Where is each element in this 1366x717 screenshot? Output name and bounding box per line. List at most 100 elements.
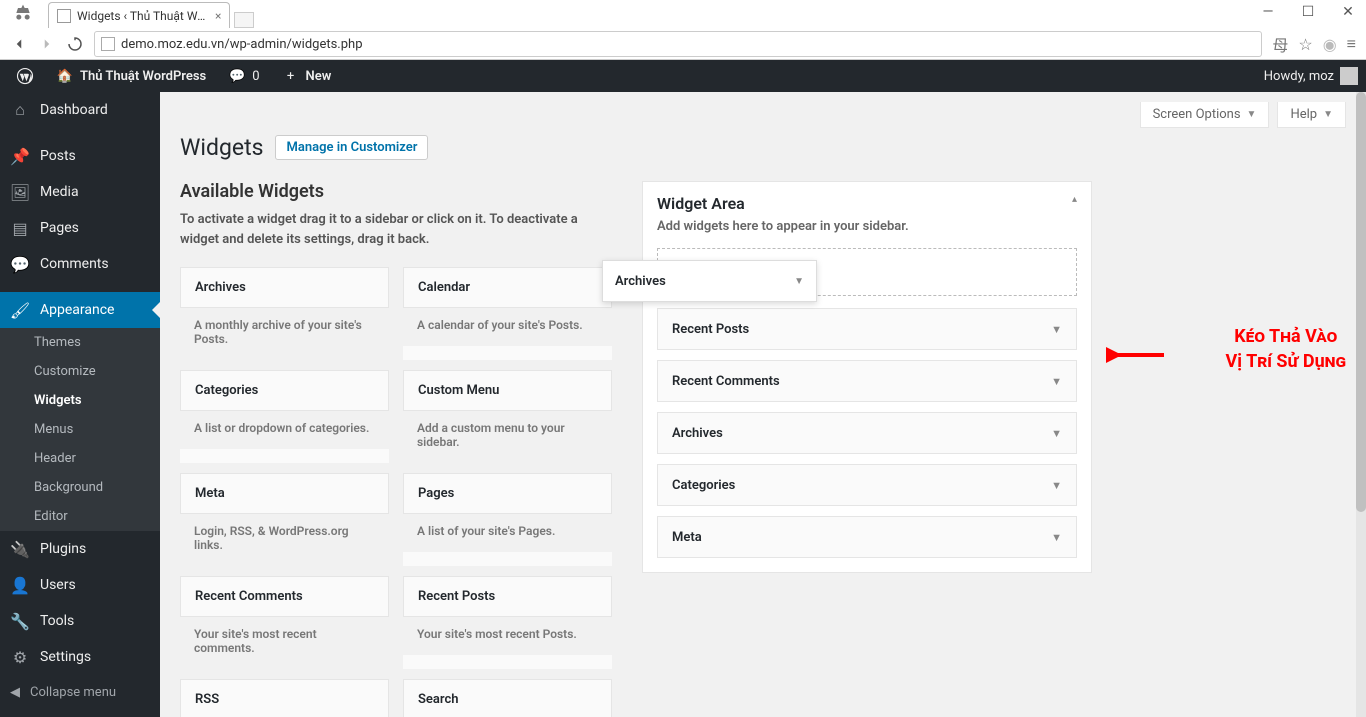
widget-card-desc: Add a custom menu to your sidebar.	[403, 411, 612, 463]
chevron-down-icon: ▼	[794, 276, 804, 287]
reload-button[interactable]	[66, 35, 84, 53]
user-icon: 👤	[10, 575, 30, 595]
placed-widget[interactable]: Meta▼	[657, 516, 1077, 558]
screen-options-tab[interactable]: Screen Options▼	[1140, 102, 1270, 128]
available-widgets-title: Available Widgets	[180, 181, 612, 202]
collapse-icon: ◀	[10, 685, 20, 700]
home-icon: 🏠	[56, 67, 74, 85]
available-widget[interactable]: Recent CommentsYour site's most recent c…	[180, 576, 389, 669]
menu-comments[interactable]: 💬Comments	[0, 246, 160, 282]
menu-pages[interactable]: ▤Pages	[0, 210, 160, 246]
submenu-editor[interactable]: Editor	[0, 502, 160, 531]
help-tab[interactable]: Help▼	[1277, 102, 1346, 128]
widget-card-title: Calendar	[403, 267, 612, 308]
globe-icon[interactable]: ◉	[1323, 35, 1337, 54]
widget-area-box: Widget Area ▴ Add widgets here to appear…	[642, 181, 1092, 573]
menu-posts[interactable]: 📌Posts	[0, 138, 160, 174]
chevron-down-icon: ▼	[1051, 323, 1062, 336]
menu-media[interactable]: 🖼Media	[0, 174, 160, 210]
new-content-link[interactable]: + New	[274, 60, 340, 92]
url-bar[interactable]: demo.moz.edu.vn/wp-admin/widgets.php	[94, 31, 1262, 57]
available-widget[interactable]: CalendarA calendar of your site's Posts.	[403, 267, 612, 360]
browser-chrome: Widgets ‹ Thủ Thuật Word… × — ☐ ✕ demo.m…	[0, 0, 1366, 60]
star-icon[interactable]: ☆	[1298, 35, 1312, 54]
widget-card-title: Archives	[180, 267, 389, 308]
comment-icon: 💬	[228, 67, 246, 85]
widget-card-title: RSS	[180, 679, 389, 717]
dragging-widget-title: Archives	[615, 274, 666, 289]
widget-area-desc: Add widgets here to appear in your sideb…	[643, 219, 1091, 248]
menu-appearance[interactable]: 🖌Appearance	[0, 292, 160, 328]
submenu-customize[interactable]: Customize	[0, 357, 160, 386]
wordpress-icon	[16, 67, 34, 85]
plus-icon: +	[282, 67, 300, 85]
close-window-button[interactable]: ✕	[1338, 4, 1358, 20]
window-controls: — ☐ ✕	[1258, 4, 1358, 20]
available-widget[interactable]: MetaLogin, RSS, & WordPress.org links.	[180, 473, 389, 566]
placed-widget[interactable]: Recent Comments▼	[657, 360, 1077, 402]
collapse-menu[interactable]: ◀Collapse menu	[0, 675, 160, 710]
placed-widget-title: Archives	[672, 426, 723, 441]
widget-card-desc: A calendar of your site's Posts.	[403, 308, 612, 346]
widget-card-title: Pages	[403, 473, 612, 514]
available-widget[interactable]: ArchivesA monthly archive of your site's…	[180, 267, 389, 360]
widget-card-desc: Login, RSS, & WordPress.org links.	[180, 514, 389, 566]
placed-widget[interactable]: Archives ▼	[657, 412, 1077, 454]
available-widget[interactable]: Search	[403, 679, 612, 717]
widget-card-title: Custom Menu	[403, 370, 612, 411]
new-tab-button[interactable]	[234, 12, 254, 28]
widget-area-header[interactable]: Widget Area ▴	[643, 182, 1091, 219]
content-scrollbar[interactable]	[1356, 92, 1366, 717]
placed-widget-title: Recent Posts	[672, 322, 749, 337]
dragging-widget[interactable]: Archives ▼	[602, 260, 817, 302]
available-widget[interactable]: Custom MenuAdd a custom menu to your sid…	[403, 370, 612, 463]
menu-users[interactable]: 👤Users	[0, 567, 160, 603]
submenu-menus[interactable]: Menus	[0, 415, 160, 444]
chevron-down-icon: ▼	[1247, 109, 1257, 120]
placed-widget[interactable]: Categories▼	[657, 464, 1077, 506]
submenu-background[interactable]: Background	[0, 473, 160, 502]
available-widget[interactable]: CategoriesA list or dropdown of categori…	[180, 370, 389, 463]
back-button[interactable]	[10, 35, 28, 53]
widget-card-desc: A list or dropdown of categories.	[180, 411, 389, 449]
placed-widget-title: Meta	[672, 530, 702, 545]
browser-tab[interactable]: Widgets ‹ Thủ Thuật Word… ×	[48, 2, 230, 28]
avatar[interactable]	[1340, 67, 1358, 85]
minimize-button[interactable]: —	[1258, 4, 1278, 20]
available-widget[interactable]: PagesA list of your site's Pages.	[403, 473, 612, 566]
menu-dashboard[interactable]: ⌂Dashboard	[0, 92, 160, 128]
widget-areas-column: Widget Area ▴ Add widgets here to appear…	[642, 181, 1346, 717]
available-widget[interactable]: RSS	[180, 679, 389, 717]
tab-close-icon[interactable]: ×	[215, 9, 221, 23]
page-icon: ▤	[10, 218, 30, 238]
maximize-button[interactable]: ☐	[1298, 4, 1318, 20]
comments-link[interactable]: 💬 0	[220, 60, 267, 92]
available-widget[interactable]: Recent PostsYour site's most recent Post…	[403, 576, 612, 669]
submenu-widgets[interactable]: Widgets	[0, 386, 160, 415]
menu-settings[interactable]: ⚙Settings	[0, 639, 160, 675]
manage-customizer-link[interactable]: Manage in Customizer	[275, 135, 428, 160]
annotation-arrow-icon	[1106, 340, 1166, 370]
appearance-submenu: Themes Customize Widgets Menus Header Ba…	[0, 328, 160, 531]
url-text: demo.moz.edu.vn/wp-admin/widgets.php	[121, 37, 363, 52]
plug-icon: 🔌	[10, 539, 30, 559]
submenu-themes[interactable]: Themes	[0, 328, 160, 357]
wp-logo[interactable]	[8, 60, 42, 92]
widget-card-title: Meta	[180, 473, 389, 514]
menu-plugins[interactable]: 🔌Plugins	[0, 531, 160, 567]
scrollbar-thumb[interactable]	[1356, 92, 1366, 512]
wrench-icon: 🔧	[10, 611, 30, 631]
placed-widget[interactable]: Recent Posts ▼	[657, 308, 1077, 350]
menu-tools[interactable]: 🔧Tools	[0, 603, 160, 639]
admin-menu: ⌂Dashboard 📌Posts 🖼Media ▤Pages 💬Comment…	[0, 92, 160, 717]
chevron-up-icon: ▴	[1072, 194, 1077, 205]
submenu-header[interactable]: Header	[0, 444, 160, 473]
media-icon: 🖼	[10, 182, 30, 202]
forward-button[interactable]	[38, 35, 56, 53]
howdy-text[interactable]: Howdy, moz	[1264, 69, 1334, 84]
translate-icon[interactable]: ⺟	[1272, 32, 1288, 56]
chevron-down-icon: ▼	[1051, 427, 1062, 440]
menu-icon[interactable]: ≡	[1347, 34, 1356, 54]
site-name-link[interactable]: 🏠 Thủ Thuật WordPress	[48, 60, 214, 92]
new-label: New	[306, 69, 332, 84]
